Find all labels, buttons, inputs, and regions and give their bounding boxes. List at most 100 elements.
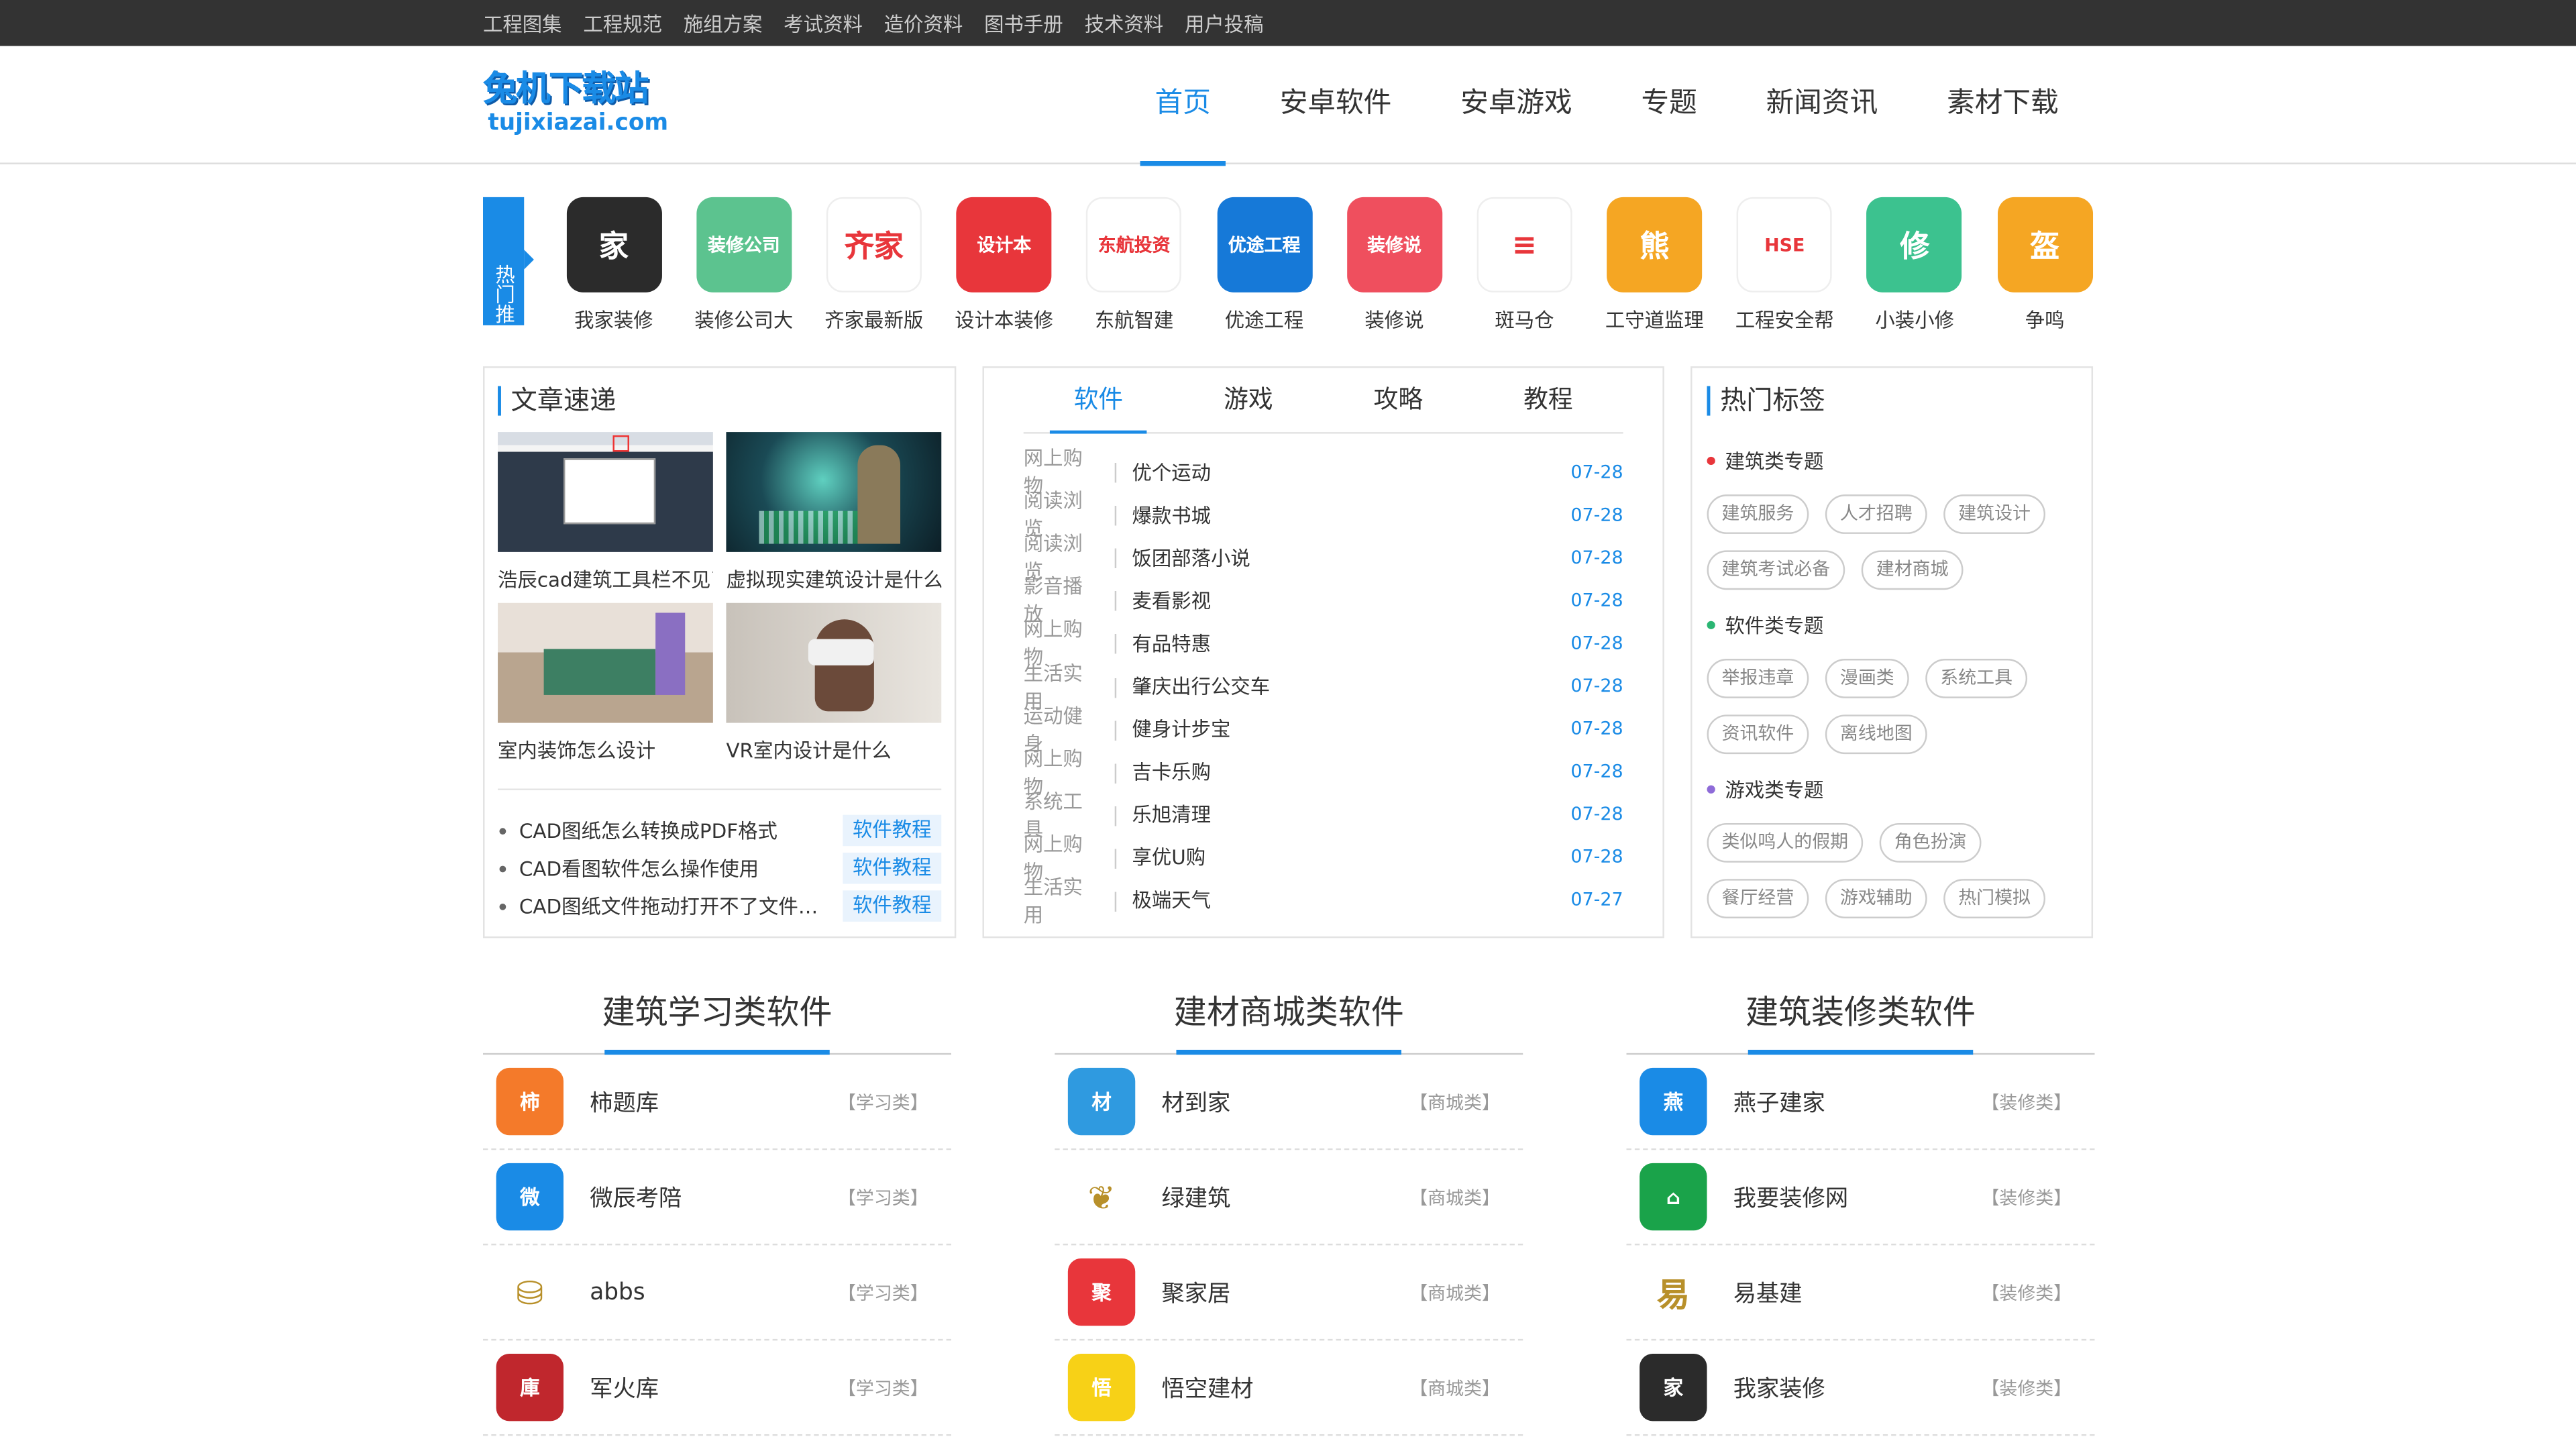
app-icon[interactable]: 熊 xyxy=(1607,197,1703,292)
tag-chip[interactable]: 建筑设计 xyxy=(1943,494,2046,534)
row-category[interactable]: 生活实用 xyxy=(1024,872,1099,928)
list-row[interactable]: 网上购物 | 享优U购 07-28 xyxy=(1024,833,1623,883)
article-category[interactable]: 软件教程 xyxy=(843,890,942,922)
tag-chip[interactable]: 漫画类 xyxy=(1825,659,1909,698)
tag-chip[interactable]: 餐厅经营 xyxy=(1707,879,1809,918)
row-app-name[interactable]: 吉卡乐购 xyxy=(1132,757,1570,786)
app-icon[interactable]: 盔 xyxy=(1997,197,2093,292)
tab-tutorials[interactable]: 教程 xyxy=(1473,384,1623,432)
article-title[interactable]: CAD图纸怎么转换成PDF格式 xyxy=(519,816,830,845)
hot-app-item[interactable]: 设计本 设计本装修 xyxy=(939,197,1069,333)
app-icon[interactable]: 易 xyxy=(1640,1258,1707,1326)
row-app-name[interactable]: 享优U购 xyxy=(1132,843,1570,871)
app-name[interactable]: 微辰考陪 xyxy=(590,1181,838,1214)
tab-software[interactable]: 软件 xyxy=(1024,384,1173,434)
top-link-2[interactable]: 工程规范 xyxy=(583,9,662,37)
app-name[interactable]: 我家装修 xyxy=(549,306,679,334)
hot-app-item[interactable]: 修小装小修 xyxy=(1849,197,1980,333)
list-row[interactable]: 生活实用 | 极端天气 07-27 xyxy=(1024,875,1623,926)
app-icon[interactable]: 装修公司 xyxy=(696,197,792,292)
app-list-item[interactable]: ⌂ 我要装修网 【装修类】 xyxy=(1626,1150,2095,1246)
app-icon[interactable]: 悟 xyxy=(1067,1353,1136,1421)
app-icon[interactable]: ⛁ xyxy=(496,1258,564,1326)
app-name[interactable]: abbs xyxy=(590,1279,838,1305)
row-app-name[interactable]: 乐旭清理 xyxy=(1132,800,1570,828)
row-app-name[interactable]: 麦看影视 xyxy=(1132,586,1570,614)
app-name[interactable]: 军火库 xyxy=(590,1371,838,1404)
tab-guides[interactable]: 攻略 xyxy=(1324,384,1473,432)
app-icon[interactable]: 柿 xyxy=(496,1067,564,1136)
app-list-item[interactable]: 柿 柿题库 【学习类】 xyxy=(483,1055,951,1150)
tag-chip[interactable]: 离线地图 xyxy=(1825,714,1927,755)
row-app-name[interactable]: 健身计步宝 xyxy=(1132,715,1570,743)
nav-materials[interactable]: 素材下载 xyxy=(1913,46,2093,164)
tag-chip[interactable]: 热门模拟 xyxy=(1943,879,2046,918)
row-app-name[interactable]: 极端天气 xyxy=(1132,886,1570,914)
site-logo[interactable]: 兔机下载站 tujixiazai.com xyxy=(483,69,668,145)
top-link-7[interactable]: 技术资料 xyxy=(1085,9,1164,37)
top-link-8[interactable]: 用户投稿 xyxy=(1185,9,1264,37)
hot-app-item[interactable]: 装修公司 装修公司大 xyxy=(679,197,809,333)
top-link-3[interactable]: 施组方案 xyxy=(684,9,763,37)
app-icon[interactable]: 庫 xyxy=(496,1353,564,1421)
app-list-item[interactable]: 燕 燕子建家 【装修类】 xyxy=(1626,1055,2095,1150)
app-name[interactable]: 燕子建家 xyxy=(1733,1085,1982,1118)
app-list-item[interactable]: 易 易基建 【装修类】 xyxy=(1626,1245,2095,1341)
article-list-item[interactable]: CAD图纸文件拖动打开不了文件如何解决 软件教程 xyxy=(498,887,942,924)
nav-home[interactable]: 首页 xyxy=(1120,46,1245,166)
list-row[interactable]: 生活实用 | 肇庆出行公交车 07-28 xyxy=(1024,661,1623,712)
list-row[interactable]: 系统工具 | 乐旭清理 07-28 xyxy=(1024,790,1623,841)
list-row[interactable]: 运动健身 | 健身计步宝 07-28 xyxy=(1024,704,1623,755)
app-name[interactable]: 装修公司大 xyxy=(679,306,809,334)
app-icon[interactable]: ⌂ xyxy=(1640,1163,1707,1231)
app-list-item[interactable]: 悟 悟空建材 【商城类】 xyxy=(1055,1340,1523,1436)
app-icon[interactable]: 家 xyxy=(1640,1353,1707,1421)
list-row[interactable]: 网上购物 | 优个运动 07-28 xyxy=(1024,447,1623,498)
tag-chip[interactable]: 资讯软件 xyxy=(1707,714,1809,755)
app-name[interactable]: 斑马仓 xyxy=(1459,306,1589,334)
article-list-item[interactable]: CAD图纸怎么转换成PDF格式 软件教程 xyxy=(498,812,942,849)
app-name[interactable]: 争鸣 xyxy=(1980,306,2110,334)
app-name[interactable]: 工守道监理 xyxy=(1589,306,1719,334)
tag-chip[interactable]: 游戏辅助 xyxy=(1825,879,1927,918)
row-app-name[interactable]: 有品特惠 xyxy=(1132,629,1570,657)
app-name[interactable]: 易基建 xyxy=(1733,1276,1982,1309)
app-icon[interactable]: 优途工程 xyxy=(1216,197,1312,292)
app-icon[interactable]: 微 xyxy=(496,1163,564,1231)
hot-app-item[interactable]: 东航投资 东航智建 xyxy=(1069,197,1199,333)
app-icon[interactable]: 设计本 xyxy=(956,197,1052,292)
row-app-name[interactable]: 优个运动 xyxy=(1132,458,1570,486)
nav-topics[interactable]: 专题 xyxy=(1607,46,1731,164)
tag-chip[interactable]: 角色扮演 xyxy=(1879,822,1982,863)
hot-app-item[interactable]: 优途工程 优途工程 xyxy=(1199,197,1330,333)
list-row[interactable]: 网上购物 | 有品特惠 07-28 xyxy=(1024,619,1623,669)
article-thumb[interactable]: 虚拟现实建筑设计是什么 xyxy=(726,432,942,603)
app-icon[interactable]: 聚 xyxy=(1067,1258,1136,1326)
app-name[interactable]: 优途工程 xyxy=(1199,306,1330,334)
tag-chip[interactable]: 系统工具 xyxy=(1925,659,2028,698)
top-link-4[interactable]: 考试资料 xyxy=(784,9,863,37)
hot-app-item[interactable]: 装修说 装修说 xyxy=(1330,197,1460,333)
row-app-name[interactable]: 饭团部落小说 xyxy=(1132,543,1570,572)
app-list-item[interactable]: ⛁ abbs 【学习类】 xyxy=(483,1245,951,1341)
tag-chip[interactable]: 建筑考试必备 xyxy=(1707,550,1845,590)
nav-android-software[interactable]: 安卓软件 xyxy=(1245,46,1426,164)
row-app-name[interactable]: 爆款书城 xyxy=(1132,500,1570,529)
app-list-item[interactable]: 家 我家装修 【装修类】 xyxy=(1626,1340,2095,1436)
app-name[interactable]: 设计本装修 xyxy=(939,306,1069,334)
list-row[interactable]: 阅读浏览 | 饭团部落小说 07-28 xyxy=(1024,533,1623,584)
article-thumb[interactable]: 浩辰cad建筑工具栏不见了怎么办 xyxy=(498,432,713,603)
app-name[interactable]: 东航智建 xyxy=(1069,306,1199,334)
app-list-item[interactable]: 微 微辰考陪 【学习类】 xyxy=(483,1150,951,1246)
app-name[interactable]: 齐家最新版 xyxy=(809,306,939,334)
app-name[interactable]: 柿题库 xyxy=(590,1085,838,1118)
hot-app-item[interactable]: 盔争鸣 xyxy=(1980,197,2110,333)
app-list-item[interactable]: ❦ 绿建筑 【商城类】 xyxy=(1055,1150,1523,1246)
app-icon[interactable]: 装修说 xyxy=(1346,197,1442,292)
article-title[interactable]: CAD看图软件怎么操作使用 xyxy=(519,854,830,882)
app-list-item[interactable]: 材 材到家 【商城类】 xyxy=(1055,1055,1523,1150)
app-icon[interactable]: ≡ xyxy=(1477,197,1572,292)
tab-games[interactable]: 游戏 xyxy=(1173,384,1323,432)
tag-chip[interactable]: 类似鸣人的假期 xyxy=(1707,822,1864,863)
article-category[interactable]: 软件教程 xyxy=(843,814,942,847)
